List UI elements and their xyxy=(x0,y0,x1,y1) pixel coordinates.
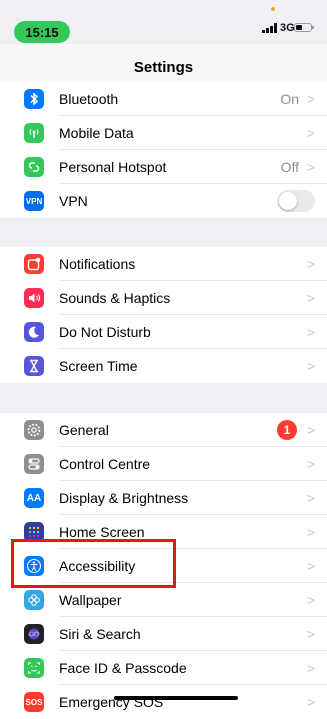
chevron-right-icon: > xyxy=(306,558,315,574)
toggles-icon xyxy=(24,454,44,474)
display-icon: AA xyxy=(24,488,44,508)
chevron-right-icon: > xyxy=(306,694,315,710)
settings-row-notifications[interactable]: Notifications > xyxy=(0,247,327,281)
chevron-right-icon: > xyxy=(306,290,315,306)
settings-row-do-not-disturb[interactable]: Do Not Disturb > xyxy=(0,315,327,349)
chevron-right-icon: > xyxy=(306,324,315,340)
chevron-right-icon: > xyxy=(306,456,315,472)
settings-row-wallpaper[interactable]: Wallpaper > xyxy=(0,583,327,617)
chevron-right-icon: > xyxy=(306,422,315,438)
settings-row-screen-time[interactable]: Screen Time > xyxy=(0,349,327,383)
gear-icon xyxy=(24,420,44,440)
flower-icon xyxy=(24,590,44,610)
chevron-right-icon: > xyxy=(306,490,315,506)
row-label: VPN xyxy=(59,193,88,209)
chevron-right-icon: > xyxy=(306,524,315,540)
navigation-bar: Settings xyxy=(0,44,327,82)
signal-icon xyxy=(262,23,277,33)
settings-row-display-brightness[interactable]: AA Display & Brightness > xyxy=(0,481,327,515)
notification-badge: 1 xyxy=(277,420,297,440)
row-value: Off xyxy=(280,159,299,175)
home-indicator[interactable] xyxy=(114,696,238,700)
sos-icon: SOS xyxy=(24,692,44,712)
recording-indicator xyxy=(271,7,275,11)
page-title: Settings xyxy=(133,59,194,76)
settings-row-bluetooth[interactable]: Bluetooth On > xyxy=(0,82,327,116)
row-value: On xyxy=(280,91,299,107)
network-type: 3G xyxy=(280,22,295,34)
siri-icon xyxy=(24,624,44,644)
chevron-right-icon: > xyxy=(306,159,315,175)
settings-row-mobile-data[interactable]: Mobile Data > xyxy=(0,116,327,150)
row-label: Home Screen xyxy=(59,524,145,540)
settings-row-sounds-haptics[interactable]: Sounds & Haptics > xyxy=(0,281,327,315)
chevron-right-icon: > xyxy=(306,125,315,141)
connectivity-group: Bluetooth On > Mobile Data > Personal Ho… xyxy=(0,82,327,218)
antenna-icon xyxy=(24,123,44,143)
row-label: Siri & Search xyxy=(59,626,141,642)
vpn-icon: VPN xyxy=(24,191,44,211)
settings-row-control-centre[interactable]: Control Centre > xyxy=(0,447,327,481)
settings-row-vpn[interactable]: VPN VPN xyxy=(0,184,327,218)
chevron-right-icon: > xyxy=(306,256,315,272)
notifications-group: Notifications > Sounds & Haptics > Do No… xyxy=(0,247,327,383)
row-label: Mobile Data xyxy=(59,125,134,141)
row-label: Wallpaper xyxy=(59,592,122,608)
settings-row-siri-search[interactable]: Siri & Search > xyxy=(0,617,327,651)
row-label: Control Centre xyxy=(59,456,151,472)
chevron-right-icon: > xyxy=(306,626,315,642)
chevron-right-icon: > xyxy=(306,660,315,676)
notifications-icon xyxy=(24,254,44,274)
bluetooth-icon xyxy=(24,89,44,109)
chevron-right-icon: > xyxy=(306,91,315,107)
battery-icon xyxy=(294,23,314,32)
row-label: Screen Time xyxy=(59,358,138,374)
hourglass-icon xyxy=(24,356,44,376)
settings-row-personal-hotspot[interactable]: Personal Hotspot Off > xyxy=(0,150,327,184)
row-label: Personal Hotspot xyxy=(59,159,167,175)
chevron-right-icon: > xyxy=(306,592,315,608)
row-label: Sounds & Haptics xyxy=(59,290,171,306)
speaker-icon xyxy=(24,288,44,308)
vpn-toggle[interactable] xyxy=(277,190,315,212)
row-label: Notifications xyxy=(59,256,136,272)
status-bar: 15:15 3G xyxy=(0,0,327,44)
face-id-icon xyxy=(24,658,44,678)
row-label: Do Not Disturb xyxy=(59,324,151,340)
row-label: Face ID & Passcode xyxy=(59,660,187,676)
row-label: Display & Brightness xyxy=(59,490,189,506)
settings-row-general[interactable]: General 1 > xyxy=(0,413,327,447)
settings-row-emergency-sos[interactable]: SOS Emergency SOS > xyxy=(0,685,327,719)
row-label: General xyxy=(59,422,109,438)
row-label: Bluetooth xyxy=(59,91,119,107)
hotspot-link-icon xyxy=(24,157,44,177)
status-time[interactable]: 15:15 xyxy=(14,21,70,43)
accessibility-highlight-box xyxy=(11,539,176,588)
moon-icon xyxy=(24,322,44,342)
settings-row-face-id[interactable]: Face ID & Passcode > xyxy=(0,651,327,685)
chevron-right-icon: > xyxy=(306,358,315,374)
